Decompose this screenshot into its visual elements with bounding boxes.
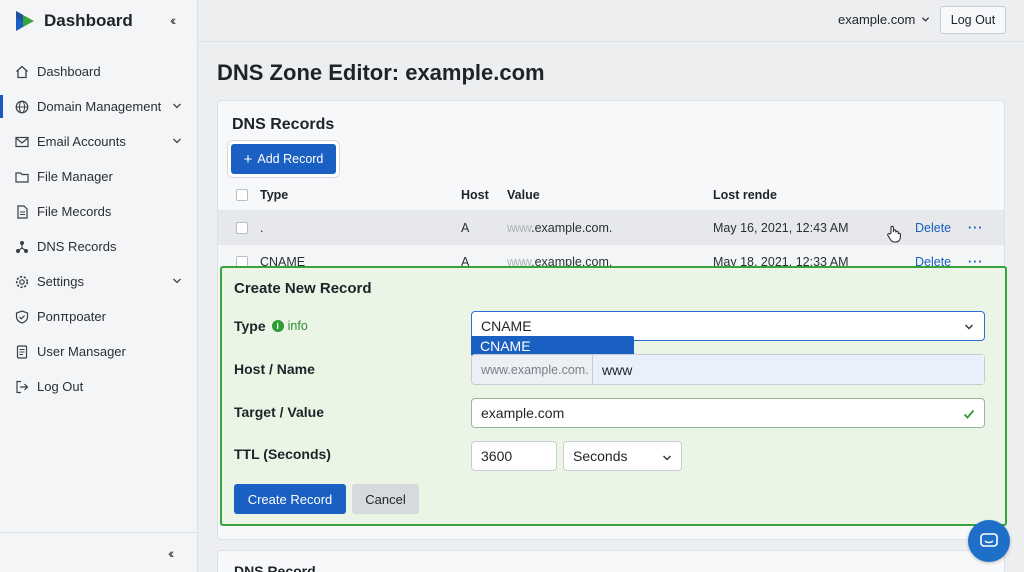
domain-selector[interactable]: example.com <box>838 12 930 27</box>
sidebar-item-label: File Mecords <box>37 204 112 219</box>
column-host[interactable]: Host <box>461 179 489 210</box>
sidebar-item-label: DNS Records <box>37 239 117 254</box>
sidebar-item-label: Email Accounts <box>37 134 126 149</box>
sidebar-item-label: Ponπpoater <box>37 309 106 324</box>
chevron-down-icon <box>663 455 671 461</box>
add-record-label: Add Record <box>257 152 324 166</box>
collapse-sidebar-icon[interactable]: ‹‹ <box>168 545 175 561</box>
chevron-down-icon <box>965 324 973 330</box>
table-header: Type Host Value Lost rende <box>218 179 1004 211</box>
card-title: DNS Record <box>234 563 316 572</box>
host-field: www.example.com. www <box>471 354 985 385</box>
column-type[interactable]: Type <box>260 179 288 210</box>
chevron-down-icon[interactable] <box>172 101 182 111</box>
sidebar-item-label: Settings <box>37 274 84 289</box>
type-option-cname[interactable]: CNAME <box>471 336 634 356</box>
row-value: www .example.com. <box>507 211 612 245</box>
info-label: info <box>287 319 308 333</box>
mail-icon <box>14 134 30 150</box>
sidebar: Dashboard ‹‹ Dashboard Domain Management… <box>0 0 198 572</box>
domain-selector-label: example.com <box>838 12 916 27</box>
sidebar-item-label: User Mansager <box>37 344 126 359</box>
chevron-down-icon[interactable] <box>172 276 182 286</box>
ttl-input[interactable]: 3600 <box>471 441 557 471</box>
sidebar-item-settings[interactable]: Settings <box>0 264 198 299</box>
create-record-title: Create New Record <box>234 280 372 297</box>
sidebar-item-label: File Manager <box>37 169 113 184</box>
sidebar-item-file-manager[interactable]: File Manager <box>0 159 198 194</box>
network-icon <box>14 239 30 255</box>
target-input[interactable]: example.com <box>471 398 985 428</box>
sidebar-item-ponrpoater[interactable]: Ponπpoater <box>0 299 198 334</box>
sidebar-item-dns-records[interactable]: DNS Records <box>0 229 198 264</box>
info-tooltip[interactable]: i info <box>271 319 308 333</box>
sidebar-item-label: Domain Management <box>37 99 162 114</box>
sidebar-item-email-accounts[interactable]: Email Accounts <box>0 124 198 159</box>
delete-link[interactable]: Delete <box>915 211 951 245</box>
plus-icon: + <box>243 150 253 168</box>
logout-icon <box>14 379 30 395</box>
globe-icon <box>14 99 30 115</box>
logout-button[interactable]: Log Out <box>940 6 1006 34</box>
row-value-blurred: www <box>507 221 532 235</box>
chevron-down-icon <box>922 17 930 22</box>
page-title: DNS Zone Editor: example.com <box>217 60 545 85</box>
more-actions-icon[interactable]: ··· <box>968 211 984 245</box>
top-header: example.com Log Out <box>198 0 1024 42</box>
brand-title: Dashboard <box>44 11 133 30</box>
target-input-value: example.com <box>481 405 565 421</box>
chat-icon <box>980 533 998 547</box>
sidebar-nav: Dashboard Domain Management Email Accoun… <box>0 54 198 404</box>
shield-icon <box>14 309 30 325</box>
sidebar-item-dashboard[interactable]: Dashboard <box>0 54 198 89</box>
row-value-text: .example.com. <box>531 221 613 235</box>
add-record-button[interactable]: + Add Record <box>231 144 336 174</box>
sidebar-item-label: Log Out <box>37 379 84 394</box>
row-checkbox[interactable] <box>236 211 248 245</box>
row-type: . <box>260 221 264 235</box>
dns-record-card: DNS Record <box>217 550 1005 572</box>
select-all-checkbox[interactable] <box>236 179 248 210</box>
brand-logo-icon <box>16 11 34 31</box>
brand[interactable]: Dashboard <box>14 8 133 34</box>
sidebar-footer: ‹‹ <box>0 532 198 572</box>
target-label: Target / Value <box>234 404 324 420</box>
chevron-down-icon[interactable] <box>172 136 182 146</box>
card-title: DNS Records <box>232 116 335 133</box>
column-last-modified[interactable]: Lost rende <box>713 179 777 210</box>
host-prefix: www.example.com. <box>481 362 589 377</box>
cancel-button[interactable]: Cancel <box>352 484 419 514</box>
row-date: May 16, 2021, 12:43 AM <box>713 221 849 235</box>
document-icon <box>14 344 30 360</box>
chat-launcher-button[interactable] <box>968 520 1010 562</box>
file-icon <box>14 204 30 220</box>
row-host: A <box>461 221 470 235</box>
add-record-focus-ring: + Add Record <box>228 141 339 177</box>
home-icon <box>14 64 30 80</box>
sidebar-item-label: Dashboard <box>37 64 101 79</box>
sidebar-item-file-records[interactable]: File Mecords <box>0 194 198 229</box>
host-input[interactable]: www <box>592 355 984 384</box>
type-label-row: Type i info <box>234 318 308 334</box>
collapse-sidebar-icon[interactable]: ‹‹ <box>170 12 177 28</box>
create-record-panel: Create New Record Type i info CNAME CNAM… <box>220 266 1007 526</box>
folder-icon <box>14 169 30 185</box>
type-label: Type <box>234 318 266 334</box>
check-icon <box>963 409 975 419</box>
hand-cursor-icon <box>887 225 901 243</box>
sidebar-item-user-manager[interactable]: User Mansager <box>0 334 198 369</box>
ttl-unit-select[interactable]: Seconds <box>563 441 682 471</box>
create-record-button[interactable]: Create Record <box>234 484 346 514</box>
ttl-unit-value: Seconds <box>573 448 628 464</box>
ttl-label: TTL (Seconds) <box>234 446 331 462</box>
gear-icon <box>14 274 30 290</box>
host-label: Host / Name <box>234 361 315 377</box>
type-select-value: CNAME <box>481 318 532 334</box>
sidebar-item-domain-management[interactable]: Domain Management <box>0 89 198 124</box>
info-icon: i <box>271 320 284 332</box>
column-value[interactable]: Value <box>507 179 540 210</box>
sidebar-item-log-out[interactable]: Log Out <box>0 369 198 404</box>
